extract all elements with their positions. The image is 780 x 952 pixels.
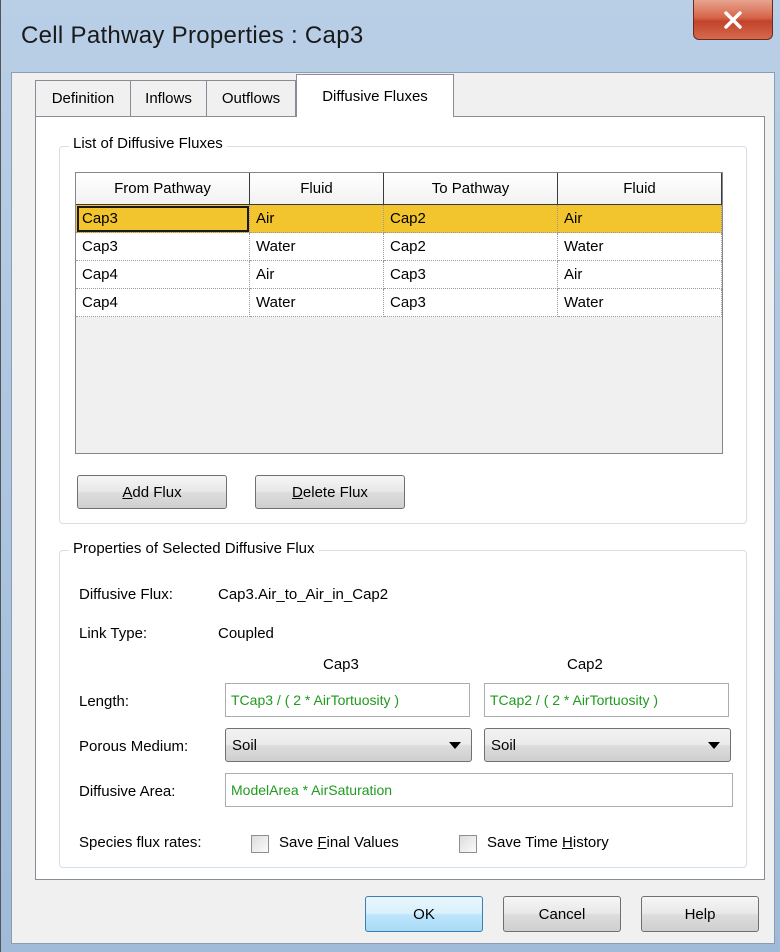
to-pathway-header: Cap2	[567, 656, 603, 673]
column-header-fluid-2[interactable]: Fluid	[558, 173, 722, 205]
save-history-mnemonic: H	[562, 834, 573, 851]
column-header-from-pathway[interactable]: From Pathway	[76, 173, 250, 205]
delete-flux-mnemonic: D	[292, 483, 303, 501]
diffusive-flux-value: Cap3.Air_to_Air_in_Cap2	[218, 586, 389, 603]
porous-medium-to-value: Soil	[491, 736, 517, 754]
link-type-value: Coupled	[218, 625, 274, 642]
title-bar[interactable]: Cell Pathway Properties : Cap3	[1, 0, 780, 78]
close-button[interactable]	[693, 0, 773, 40]
close-x-icon	[724, 10, 742, 29]
chevron-down-icon	[708, 742, 720, 749]
species-flux-rates-label: Species flux rates:	[79, 834, 202, 851]
add-flux-mnemonic: A	[122, 483, 133, 501]
diffusive-flux-label: Diffusive Flux:	[79, 586, 173, 603]
table-cell[interactable]: Cap2	[384, 205, 558, 233]
flux-list-legend: List of Diffusive Fluxes	[69, 135, 227, 152]
save-history-label-post: istory	[572, 834, 609, 851]
table-cell[interactable]: Air	[558, 261, 722, 289]
table-cell[interactable]: Cap2	[384, 233, 558, 261]
table-cell[interactable]: Water	[558, 289, 722, 317]
length-to-field[interactable]: TCap2 / ( 2 * AirTortuosity )	[484, 683, 729, 717]
table-cell[interactable]: Air	[250, 205, 384, 233]
delete-flux-label: elete Flux	[302, 483, 368, 501]
tab-outflows[interactable]: Outflows	[206, 80, 296, 116]
chevron-down-icon	[449, 742, 461, 749]
table-row[interactable]: Cap4 Water Cap3 Water	[76, 289, 722, 317]
add-flux-button[interactable]: Add Flux	[77, 475, 227, 509]
flux-grid[interactable]: From Pathway Fluid To Pathway Fluid Cap3…	[75, 172, 723, 454]
table-cell[interactable]: Air	[558, 205, 722, 233]
length-label: Length:	[79, 693, 130, 710]
save-final-mnemonic: F	[317, 834, 327, 851]
dialog-window: Cell Pathway Properties : Cap3 Definitio…	[0, 0, 780, 952]
diffusive-area-field[interactable]: ModelArea * AirSaturation	[225, 773, 733, 807]
table-cell[interactable]: Cap3	[384, 289, 558, 317]
from-pathway-header: Cap3	[323, 656, 359, 673]
properties-legend: Properties of Selected Diffusive Flux	[69, 540, 319, 557]
save-final-label-pre: Save	[279, 834, 318, 851]
table-cell[interactable]: Cap4	[76, 261, 250, 289]
save-final-label-post: inal Values	[326, 834, 399, 851]
grid-header: From Pathway Fluid To Pathway Fluid	[76, 173, 722, 205]
link-type-label: Link Type:	[79, 625, 148, 642]
tab-definition[interactable]: Definition	[35, 80, 131, 116]
table-row[interactable]: Cap3 Water Cap2 Water	[76, 233, 722, 261]
table-cell[interactable]: Air	[250, 261, 384, 289]
length-from-field[interactable]: TCap3 / ( 2 * AirTortuosity )	[225, 683, 470, 717]
tab-inflows[interactable]: Inflows	[130, 80, 207, 116]
column-header-to-pathway[interactable]: To Pathway	[384, 173, 558, 205]
help-button[interactable]: Help	[641, 896, 759, 932]
porous-medium-from-value: Soil	[232, 736, 258, 754]
table-row[interactable]: Cap4 Air Cap3 Air	[76, 261, 722, 289]
table-row[interactable]: Cap3 Air Cap2 Air	[76, 205, 722, 233]
save-time-history-label[interactable]: Save Time History	[487, 834, 609, 851]
table-cell[interactable]: Water	[558, 233, 722, 261]
diffusive-area-label: Diffusive Area:	[79, 783, 176, 800]
table-cell[interactable]: Cap3	[384, 261, 558, 289]
save-final-values-label[interactable]: Save Final Values	[279, 834, 399, 851]
save-history-label-pre: Save Time	[487, 834, 563, 851]
table-cell[interactable]: Water	[250, 289, 384, 317]
window-title: Cell Pathway Properties : Cap3	[21, 22, 364, 49]
table-cell[interactable]: Cap3	[76, 233, 250, 261]
porous-medium-to-select[interactable]: Soil	[484, 728, 731, 762]
save-time-history-checkbox[interactable]	[459, 835, 477, 853]
cancel-button[interactable]: Cancel	[503, 896, 621, 932]
ok-button[interactable]: OK	[365, 896, 483, 932]
table-cell[interactable]: Cap3	[76, 205, 250, 233]
table-cell[interactable]: Cap4	[76, 289, 250, 317]
add-flux-label: dd Flux	[132, 483, 182, 501]
save-final-values-checkbox[interactable]	[251, 835, 269, 853]
table-cell[interactable]: Water	[250, 233, 384, 261]
tab-diffusive-fluxes[interactable]: Diffusive Fluxes	[296, 74, 454, 117]
porous-medium-label: Porous Medium:	[79, 738, 189, 755]
column-header-fluid[interactable]: Fluid	[250, 173, 384, 205]
porous-medium-from-select[interactable]: Soil	[225, 728, 472, 762]
delete-flux-button[interactable]: Delete Flux	[255, 475, 405, 509]
